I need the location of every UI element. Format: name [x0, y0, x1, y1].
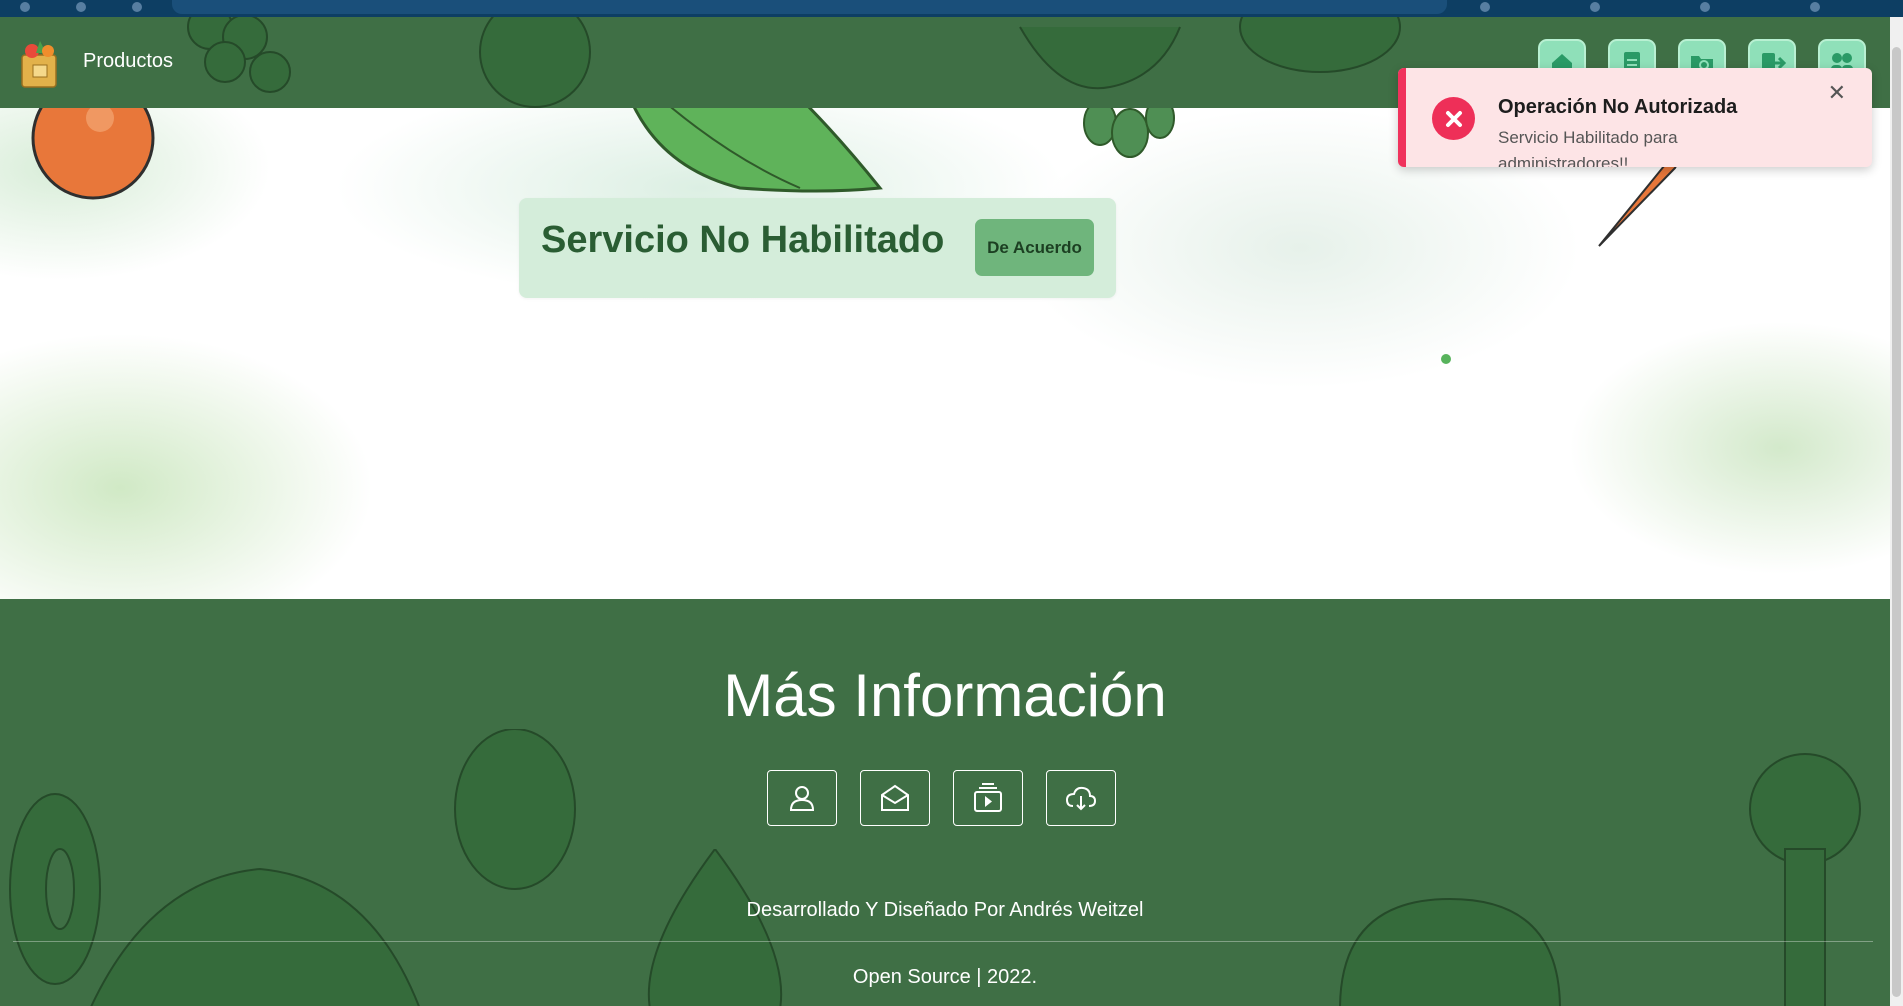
orange-decoration — [479, 17, 591, 108]
squash-decoration — [1239, 17, 1401, 73]
grapes-icon — [1083, 108, 1175, 158]
footer-copyright: Open Source | 2022. — [852, 966, 1038, 988]
video-playlist-icon — [974, 783, 1002, 812]
page-scrollbar[interactable] — [1890, 17, 1903, 1006]
profile-link[interactable] — [767, 770, 837, 826]
envelope-open-icon — [881, 784, 909, 811]
social-links — [767, 770, 1123, 828]
footer-divider — [13, 941, 1873, 942]
extension-icon[interactable] — [1700, 2, 1710, 12]
user-icon — [789, 786, 815, 811]
footer-title: Más Información — [723, 662, 1167, 729]
scrollbar-thumb[interactable] — [1892, 47, 1901, 997]
profile-icon[interactable] — [1810, 2, 1820, 12]
footer: Más Información Desarrollado Y Diseñado … — [0, 599, 1890, 1006]
cloud-download-icon — [1065, 786, 1097, 811]
extension-icon[interactable] — [1480, 2, 1490, 12]
error-icon — [1432, 97, 1475, 140]
extension-icon[interactable] — [1590, 2, 1600, 12]
toast-accent-bar — [1398, 68, 1406, 167]
reload-icon[interactable] — [76, 2, 86, 12]
back-icon[interactable] — [20, 2, 30, 12]
download-link[interactable] — [1046, 770, 1116, 826]
lettuce-leaf-icon — [633, 108, 883, 193]
toast-title: Operación No Autorizada — [1498, 96, 1738, 118]
home-browser-icon[interactable] — [132, 2, 142, 12]
agree-button[interactable]: De Acuerdo — [975, 219, 1094, 276]
grocery-bag-logo[interactable] — [18, 39, 62, 89]
footer-credit: Desarrollado Y Diseñado Por Andrés Weitz… — [746, 899, 1144, 921]
toast-message: Servicio Habilitado para administradores… — [1498, 128, 1678, 167]
grapes-decoration — [187, 17, 291, 93]
alert-title: Servicio No Habilitado — [541, 219, 945, 261]
brand-label[interactable]: Productos — [83, 50, 173, 73]
email-link[interactable] — [860, 770, 930, 826]
browser-toolbar — [0, 0, 1903, 17]
hero-section — [0, 108, 1890, 599]
lettuce-decoration — [454, 729, 576, 890]
service-disabled-alert: Servicio No Habilitado De Acuerdo — [519, 198, 1116, 298]
paint-dot — [1441, 354, 1451, 364]
close-icon[interactable]: ✕ — [1828, 80, 1846, 106]
orange-icon — [31, 108, 155, 200]
leaf-decoration — [1019, 26, 1181, 90]
error-toast: Operación No Autorizada Servicio Habilit… — [1398, 68, 1872, 167]
address-bar[interactable] — [172, 0, 1447, 14]
video-link[interactable] — [953, 770, 1023, 826]
